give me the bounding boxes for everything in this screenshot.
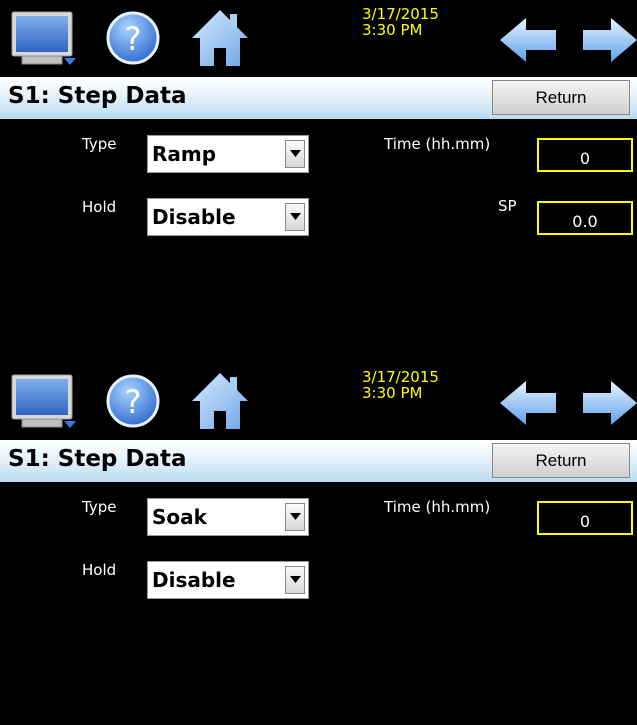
time-label: Time (hh.mm) — [384, 498, 491, 516]
forward-arrow-icon[interactable] — [583, 381, 637, 429]
hold-label: Hold — [82, 561, 117, 579]
page-title: S1: Step Data — [8, 446, 187, 472]
title-bar: S1: Step Data Return — [0, 440, 637, 482]
hold-select[interactable]: Disable — [147, 561, 309, 599]
help-icon[interactable]: ? — [105, 10, 161, 70]
sp-label: SP — [498, 197, 517, 215]
type-label: Type — [82, 498, 117, 516]
back-arrow-icon[interactable] — [500, 381, 558, 429]
chevron-down-icon[interactable] — [285, 140, 305, 168]
type-value: Ramp — [152, 142, 217, 166]
step-data-screen-soak: ? 3/17/2015 3:30 PM S1: Step Data Return… — [0, 363, 637, 725]
monitor-icon[interactable] — [10, 373, 78, 435]
forward-arrow-icon[interactable] — [583, 18, 637, 66]
hold-label: Hold — [82, 198, 117, 216]
home-icon[interactable] — [190, 8, 250, 72]
type-label: Type — [82, 135, 117, 153]
svg-text:?: ? — [125, 383, 142, 421]
date-text: 3/17/2015 — [362, 368, 439, 386]
page-title: S1: Step Data — [8, 83, 187, 109]
type-select[interactable]: Soak — [147, 498, 309, 536]
help-icon[interactable]: ? — [105, 373, 161, 433]
time-field[interactable]: 0 — [537, 501, 633, 535]
chevron-down-icon[interactable] — [285, 203, 305, 231]
return-button[interactable]: Return — [492, 80, 630, 115]
time-text: 3:30 PM — [362, 384, 423, 402]
hold-value: Disable — [152, 568, 236, 592]
back-arrow-icon[interactable] — [500, 18, 558, 66]
type-value: Soak — [152, 505, 207, 529]
datetime-display: 3/17/2015 3:30 PM — [362, 6, 439, 38]
chevron-down-icon[interactable] — [285, 566, 305, 594]
monitor-icon[interactable] — [10, 10, 78, 72]
date-text: 3/17/2015 — [362, 5, 439, 23]
return-button[interactable]: Return — [492, 443, 630, 478]
hold-select[interactable]: Disable — [147, 198, 309, 236]
sp-field[interactable]: 0.0 — [537, 201, 633, 235]
home-icon[interactable] — [190, 371, 250, 435]
step-data-screen-ramp: ? 3/17/2015 3:30 PM S1: Step Data Return… — [0, 0, 637, 362]
datetime-display: 3/17/2015 3:30 PM — [362, 369, 439, 401]
title-bar: S1: Step Data Return — [0, 77, 637, 119]
svg-text:?: ? — [125, 20, 142, 58]
top-toolbar: ? 3/17/2015 3:30 PM — [0, 0, 637, 76]
time-text: 3:30 PM — [362, 21, 423, 39]
hold-value: Disable — [152, 205, 236, 229]
top-toolbar: ? 3/17/2015 3:30 PM — [0, 363, 637, 439]
time-label: Time (hh.mm) — [384, 135, 491, 153]
time-field[interactable]: 0 — [537, 138, 633, 172]
type-select[interactable]: Ramp — [147, 135, 309, 173]
chevron-down-icon[interactable] — [285, 503, 305, 531]
